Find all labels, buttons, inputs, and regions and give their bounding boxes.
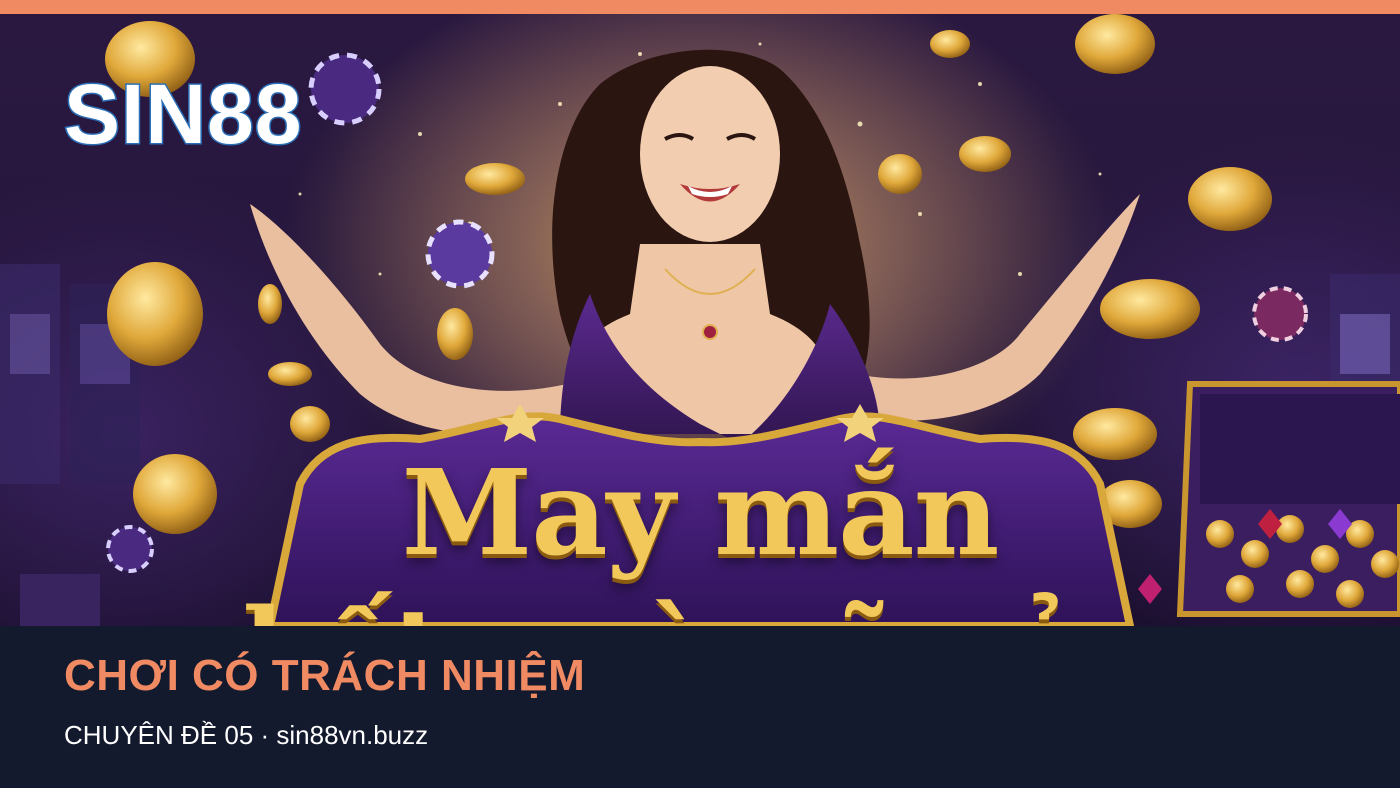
hero-banner-image: SIN88 May mắn hết ngờ gõ cửa: [0, 14, 1400, 626]
section-subtitle: CHUYÊN ĐỀ 05 · sin88vn.buzz: [64, 720, 429, 750]
banner-headline-line2: hết ngờ gõ cửa: [0, 594, 1400, 627]
top-accent-bar: [0, 0, 1400, 14]
banner-headline-line1: May mắn: [401, 443, 1000, 582]
section-title: CHƠI CÓ TRÁCH NHIỆM: [64, 651, 586, 700]
caption-footer: CHƠI CÓ TRÁCH NHIỆM CHUYÊN ĐỀ 05 · sin88…: [0, 626, 1400, 788]
page: SIN88 May mắn hết ngờ gõ cửa CHƠI CÓ TRÁ…: [0, 0, 1400, 788]
brand-logo: SIN88: [62, 67, 303, 161]
